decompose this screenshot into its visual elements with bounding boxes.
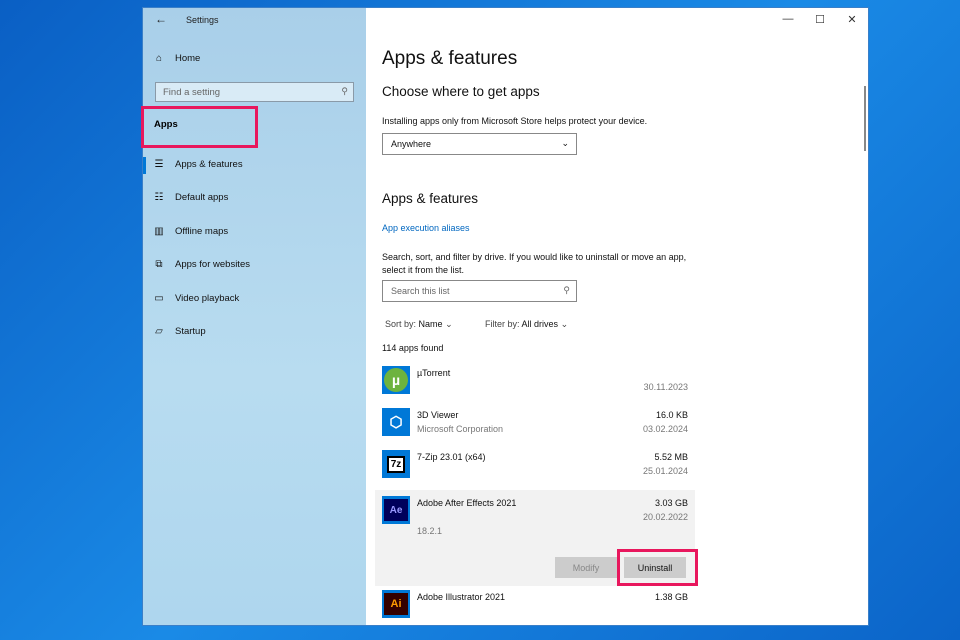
chevron-down-icon: ⌄	[560, 319, 569, 329]
default-apps-icon: ☷	[154, 192, 164, 203]
search-list-input[interactable]: Search this list ⚲	[382, 280, 577, 302]
app-name: Adobe Illustrator 2021	[417, 592, 506, 602]
chevron-down-icon: ⌄	[561, 138, 569, 148]
app-source-dropdown[interactable]: Anywhere ⌄	[382, 133, 577, 155]
app-size: 16.0 KB	[655, 410, 688, 420]
modify-button[interactable]: Modify	[555, 557, 617, 578]
find-setting-input[interactable]: Find a setting ⚲	[155, 82, 354, 102]
highlight-box	[141, 106, 258, 148]
list-item[interactable]: 7z 7-Zip 23.01 (x64) 5.52 MB 25.01.2024	[375, 448, 695, 490]
app-date: 03.02.2024	[642, 424, 688, 434]
title-bar: ← Settings	[143, 8, 366, 32]
app-publisher: Microsoft Corporation	[417, 424, 504, 434]
chevron-down-icon: ⌄	[445, 319, 453, 329]
sidebar-item-startup[interactable]: ▱ Startup	[153, 326, 206, 337]
icon-glyph: 7z	[386, 455, 406, 473]
app-size: 5.52 MB	[654, 452, 688, 462]
main-content: Apps & features Choose where to get apps…	[375, 8, 868, 625]
search-icon: ⚲	[341, 86, 348, 96]
startup-icon: ▱	[155, 326, 163, 337]
app-version: 18.2.1	[417, 526, 443, 536]
window-title: Settings	[186, 15, 219, 25]
map-icon: ▥	[154, 226, 164, 237]
placeholder: Search this list	[391, 286, 450, 296]
choose-description: Installing apps only from Microsoft Stor…	[382, 116, 648, 126]
icon-glyph: µ	[384, 368, 408, 392]
search-placeholder: Find a setting	[163, 87, 221, 98]
website-icon: ⧉	[155, 259, 163, 270]
choose-heading: Choose where to get apps	[382, 84, 540, 99]
icon-glyph: Ae	[384, 499, 408, 521]
sidebar-item-apps-features[interactable]: ☰ Apps & features	[153, 159, 243, 170]
list-item[interactable]: µ µTorrent 30.11.2023	[375, 364, 695, 406]
app-size: 1.38 GB	[654, 592, 688, 602]
sidebar-item-video-playback[interactable]: ▭ Video playback	[153, 293, 239, 304]
filter-dropdown[interactable]: Filter by: All drives ⌄	[485, 319, 568, 330]
app-name: 3D Viewer	[417, 410, 459, 420]
sort-dropdown[interactable]: Sort by: Name ⌄	[385, 319, 453, 330]
filter-label: Filter by:	[485, 319, 520, 329]
illustrator-icon: Ai	[382, 590, 410, 618]
highlight-box	[617, 549, 698, 586]
app-date: 20.02.2022	[642, 512, 688, 522]
app-name: 7-Zip 23.01 (x64)	[417, 452, 486, 462]
home-icon: ⌂	[155, 53, 163, 64]
sidebar-item-apps-websites[interactable]: ⧉ Apps for websites	[153, 259, 250, 270]
settings-window: ← Settings ⌂ Home Find a setting ⚲ Apps ☰ A…	[141, 7, 869, 626]
home-label: Home	[175, 53, 201, 64]
sidebar-item-default-apps[interactable]: ☷ Default apps	[153, 192, 229, 203]
sort-label: Sort by:	[385, 319, 417, 329]
sidebar-item-offline-maps[interactable]: ▥ Offline maps	[153, 226, 228, 237]
label: Video playback	[175, 293, 240, 304]
list-item[interactable]: Ai Adobe Illustrator 2021 1.38 GB	[375, 588, 695, 630]
app-size: 3.03 GB	[654, 498, 688, 508]
app-name: µTorrent	[417, 368, 451, 378]
list-item[interactable]: ⬡ 3D Viewer Microsoft Corporation 16.0 K…	[375, 406, 695, 448]
apps-count: 114 apps found	[382, 343, 444, 353]
label: Default apps	[175, 192, 229, 203]
search-description: Search, sort, and filter by drive. If yo…	[382, 252, 687, 275]
list-item-selected[interactable]: Ae Adobe After Effects 2021 3.03 GB 20.0…	[375, 490, 698, 586]
3d-viewer-icon: ⬡	[382, 408, 410, 436]
filter-value: All drives	[521, 319, 559, 329]
app-date: 30.11.2023	[643, 382, 688, 392]
app-list: µ µTorrent 30.11.2023 ⬡ 3D Viewer Micros…	[375, 364, 698, 630]
list-icon: ☰	[154, 159, 164, 170]
icon-glyph: Ai	[384, 593, 408, 615]
selected-indicator	[143, 157, 146, 174]
label: Apps for websites	[175, 259, 250, 270]
app-date: 25.01.2024	[642, 466, 688, 476]
sort-value: Name	[418, 319, 443, 329]
search-icon: ⚲	[563, 285, 570, 295]
label: Startup	[175, 326, 206, 337]
section-heading: Apps & features	[382, 191, 479, 206]
sidebar: ← Settings ⌂ Home Find a setting ⚲ Apps ☰ A…	[141, 8, 366, 625]
app-execution-aliases-link[interactable]: App execution aliases	[382, 223, 470, 233]
7zip-icon: 7z	[382, 450, 410, 478]
dropdown-value: Anywhere	[391, 139, 432, 149]
label: Offline maps	[175, 226, 229, 237]
sidebar-item-home[interactable]: ⌂ Home	[153, 53, 200, 64]
page-title: Apps & features	[382, 48, 518, 69]
after-effects-icon: Ae	[382, 496, 410, 524]
app-name: Adobe After Effects 2021	[417, 498, 517, 508]
video-icon: ▭	[154, 293, 164, 304]
label: Apps & features	[175, 159, 243, 170]
back-arrow-icon[interactable]: ←	[155, 12, 167, 26]
utorrent-icon: µ	[382, 366, 410, 394]
